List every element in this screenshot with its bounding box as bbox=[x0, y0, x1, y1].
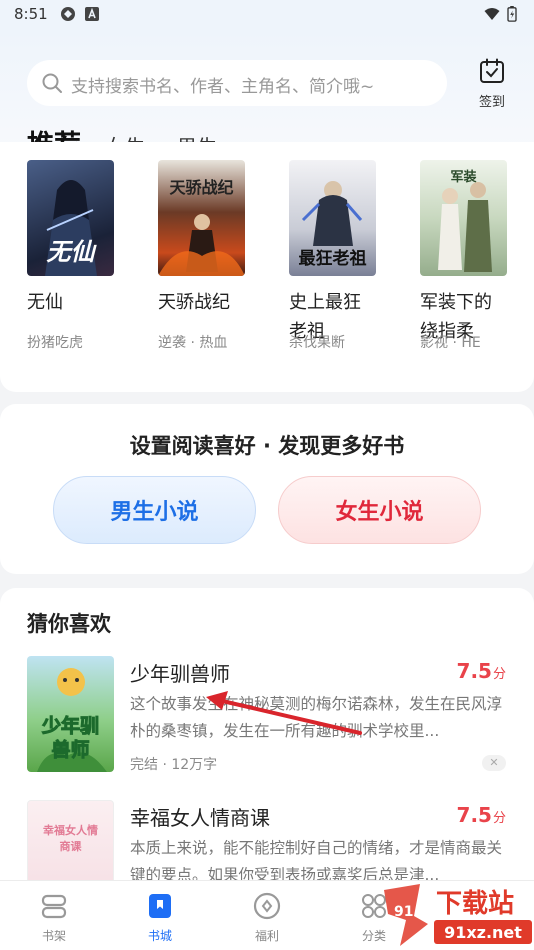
book-cover: 少年驯兽师 bbox=[27, 656, 114, 772]
nav-label: 书架 bbox=[41, 929, 66, 943]
header: 支持搜索书名、作者、主角名、简介哦~ 签到 推荐 女生 男生 bbox=[0, 28, 534, 166]
book-cover: 无仙 bbox=[27, 160, 114, 276]
svg-text:下载站: 下载站 bbox=[436, 889, 514, 919]
score-unit: 分 bbox=[492, 667, 506, 682]
cover-title: 少年驯兽师 bbox=[41, 715, 99, 762]
cover-title: 最狂老祖 bbox=[298, 249, 367, 269]
score-value: 7.5 bbox=[456, 659, 492, 683]
search-icon bbox=[42, 73, 62, 93]
book-tag: 逆袭 · 热血 bbox=[158, 335, 228, 351]
book-tag: 扮猪吃虎 bbox=[27, 335, 83, 351]
book-card[interactable]: 最狂老祖 史上最狂老祖 bbox=[289, 160, 389, 346]
app-notification-icon bbox=[61, 7, 75, 21]
wifi-icon bbox=[484, 8, 500, 20]
signin-button[interactable]: 签到 bbox=[470, 58, 514, 110]
item-score: 7.5分 bbox=[457, 803, 506, 827]
book-tag: 杀伐果断 bbox=[289, 335, 345, 351]
bookstore-icon bbox=[149, 894, 171, 918]
cover-title: 无仙 bbox=[46, 238, 95, 266]
nav-welfare[interactable]: 福利 bbox=[237, 891, 297, 944]
item-score: 7.5分 bbox=[457, 659, 506, 683]
search-placeholder: 支持搜索书名、作者、主角名、简介哦~ bbox=[71, 77, 375, 97]
recommend-section: 无仙 无仙 扮猪吃虎 天骄战纪 天骄战纪 逆袭 · 热血 最狂老祖 史上最狂老祖… bbox=[0, 142, 534, 392]
score-value: 7.5 bbox=[456, 803, 492, 827]
welfare-icon bbox=[253, 892, 281, 920]
guess-title: 猜你喜欢 bbox=[27, 612, 111, 636]
book-cover: 天骄战纪 bbox=[158, 160, 245, 276]
book-card[interactable]: 无仙 无仙 bbox=[27, 160, 127, 317]
dismiss-icon[interactable]: ✕ bbox=[482, 755, 506, 771]
site-watermark-logo: 91 下载站 91xz.net bbox=[384, 884, 532, 946]
preference-section: 设置阅读喜好 · 发现更多好书 男生小说 女生小说 bbox=[0, 404, 534, 574]
svg-text:91: 91 bbox=[394, 904, 413, 920]
book-cover: 军装 bbox=[420, 160, 507, 276]
book-card[interactable]: 天骄战纪 天骄战纪 bbox=[158, 160, 258, 317]
cover-title: 幸福女人情商课 bbox=[43, 824, 98, 853]
calendar-check-icon bbox=[480, 58, 504, 83]
nav-bookstore[interactable]: 书城 bbox=[130, 891, 190, 944]
female-novel-button[interactable]: 女生小说 bbox=[278, 476, 481, 544]
score-unit: 分 bbox=[492, 811, 506, 826]
search-bar[interactable]: 支持搜索书名、作者、主角名、简介哦~ bbox=[27, 60, 447, 106]
item-title: 幸福女人情商课 bbox=[130, 806, 270, 830]
battery-icon bbox=[507, 6, 517, 22]
item-description: 这个故事发生在神秘莫测的梅尔诺森林，发生在民风淳朴的桑枣镇，发生在一所有趣的驯术… bbox=[130, 695, 503, 740]
male-novel-button[interactable]: 男生小说 bbox=[53, 476, 256, 544]
status-bar: 8:51 bbox=[0, 0, 534, 28]
cover-title: 天骄战纪 bbox=[169, 178, 234, 197]
bookshelf-icon bbox=[41, 894, 67, 919]
nav-bookshelf[interactable]: 书架 bbox=[24, 891, 84, 944]
book-card[interactable]: 军装 军装下的绕指柔 bbox=[420, 160, 520, 346]
book-tag: 影视 · HE bbox=[420, 335, 481, 351]
svg-text:91xz.net: 91xz.net bbox=[444, 923, 522, 942]
book-title: 无仙 bbox=[27, 292, 63, 313]
nav-label: 书城 bbox=[147, 929, 172, 943]
nav-label: 福利 bbox=[254, 929, 279, 943]
item-title: 少年驯兽师 bbox=[130, 662, 230, 686]
preference-title: 设置阅读喜好 · 发现更多好书 bbox=[129, 434, 405, 458]
a-notification-icon bbox=[85, 7, 99, 21]
signin-label: 签到 bbox=[478, 95, 505, 110]
list-item[interactable]: 少年驯兽师 少年驯兽师 7.5分 这个故事发生在神秘莫测的梅尔诺森林，发生在民风… bbox=[0, 656, 534, 786]
status-time: 8:51 bbox=[14, 5, 48, 23]
item-meta: 完结 · 12万字 bbox=[130, 757, 218, 773]
book-cover: 最狂老祖 bbox=[289, 160, 376, 276]
cover-title: 军装 bbox=[450, 170, 477, 185]
book-title: 天骄战纪 bbox=[158, 292, 230, 313]
